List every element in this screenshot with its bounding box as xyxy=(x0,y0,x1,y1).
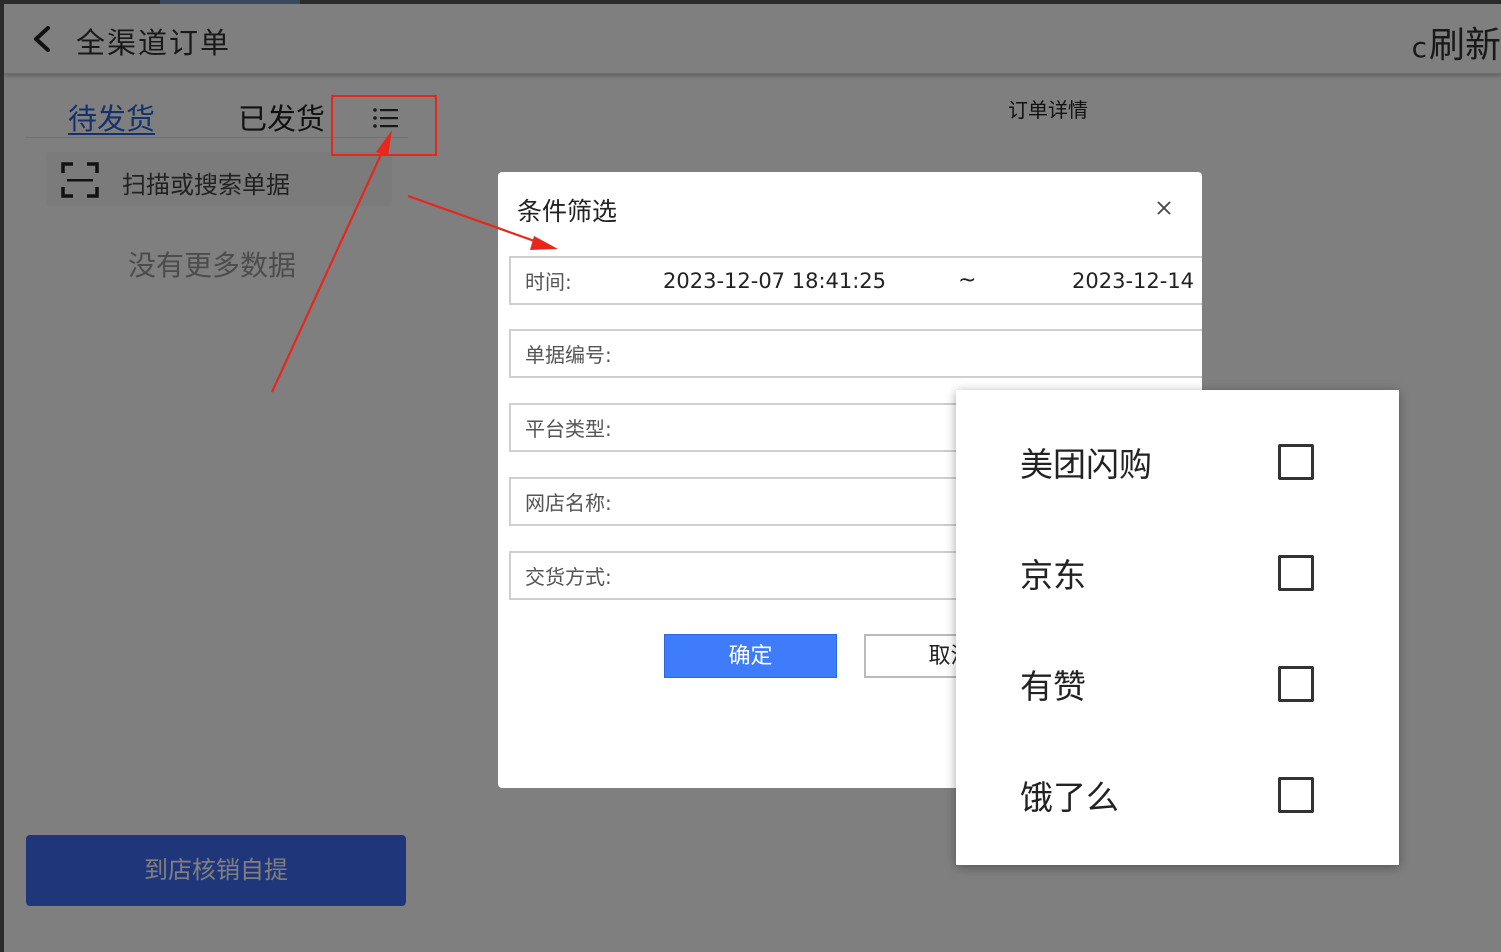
order-code-label: 单据编号: xyxy=(525,343,612,367)
option-label: 饿了么 xyxy=(1020,777,1119,817)
app-window: 全渠道订单 c刷新 待发货 已发货 扫描或搜索单据 没有更多数据 到店核销自提 … xyxy=(4,4,1501,952)
time-label: 时间: xyxy=(525,270,572,294)
annotation-highlight-box xyxy=(331,95,437,156)
platform-option-eleme[interactable]: 饿了么 xyxy=(956,739,1399,850)
option-checkbox[interactable] xyxy=(1278,776,1314,813)
end-time-input[interactable]: 2023-12-14 18:41:25 xyxy=(1072,269,1202,293)
platform-type-label: 平台类型: xyxy=(525,417,612,441)
option-checkbox[interactable] xyxy=(1278,665,1314,702)
option-label: 美团闪购 xyxy=(1020,444,1152,484)
confirm-button[interactable]: 确定 xyxy=(664,634,837,678)
order-code-field[interactable]: 单据编号: xyxy=(509,329,1202,378)
shop-name-label: 网店名称: xyxy=(525,491,612,515)
platform-type-dropdown: 美团闪购 京东 有赞 饿了么 xyxy=(956,390,1399,865)
platform-option-meituan[interactable]: 美团闪购 xyxy=(956,406,1399,517)
platform-option-youzan[interactable]: 有赞 xyxy=(956,628,1399,739)
dialog-title: 条件筛选 xyxy=(517,197,618,226)
option-checkbox[interactable] xyxy=(1278,443,1314,480)
option-label: 有赞 xyxy=(1020,666,1086,706)
time-separator: ~ xyxy=(958,268,977,293)
close-icon[interactable] xyxy=(1154,198,1174,218)
option-checkbox[interactable] xyxy=(1278,554,1314,591)
start-time-input[interactable]: 2023-12-07 18:41:25 xyxy=(663,269,886,293)
time-range-field[interactable]: 时间: 2023-12-07 18:41:25 ~ 2023-12-14 18:… xyxy=(509,256,1202,305)
delivery-method-label: 交货方式: xyxy=(525,565,612,589)
option-label: 京东 xyxy=(1020,555,1086,595)
platform-option-jd[interactable]: 京东 xyxy=(956,517,1399,628)
